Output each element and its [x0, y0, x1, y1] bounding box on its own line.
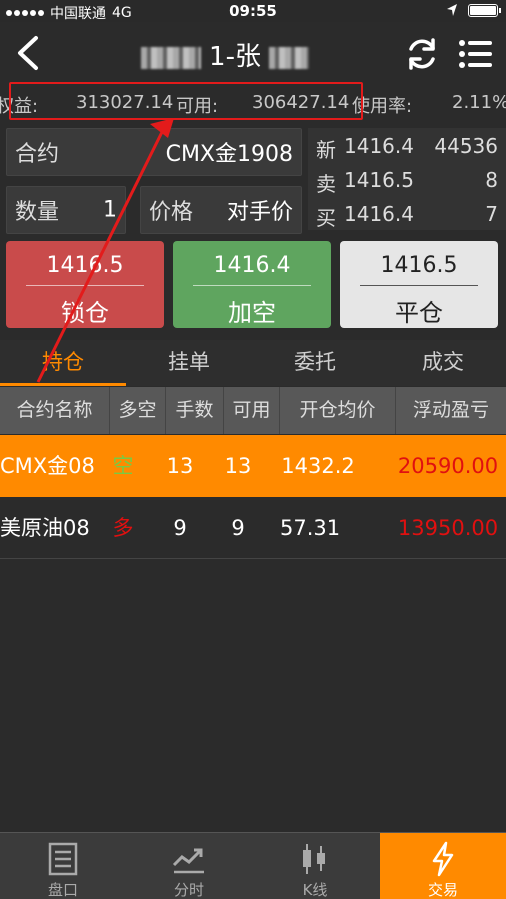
contract-selector[interactable]: 合约 CMX金1908	[6, 128, 302, 176]
bottom-tab-bar: 盘口 分时 K线 交易	[0, 832, 506, 899]
bottom-tab-kline[interactable]: K线	[252, 833, 378, 899]
lightning-icon	[432, 841, 454, 877]
bottom-tab-timeshare[interactable]: 分时	[126, 833, 252, 899]
quote-row-ask: 卖 1416.5 8	[316, 166, 498, 196]
row-available: 13	[224, 454, 252, 478]
quote-price: 1416.5	[344, 168, 414, 192]
quote-volume: 7	[485, 202, 498, 226]
col-pnl: 浮动盈亏	[412, 399, 489, 421]
row-pnl: 13950.00	[397, 516, 499, 540]
location-icon	[447, 4, 457, 16]
quote-label: 卖	[316, 172, 336, 196]
tab-trades[interactable]: 成交	[380, 340, 506, 386]
tab-pending-orders[interactable]: 挂单	[126, 340, 252, 386]
bottom-tab-trade[interactable]: 交易	[380, 833, 506, 899]
row-avg-price: 1432.2	[281, 454, 355, 478]
refresh-icon[interactable]	[404, 36, 440, 72]
menu-list-icon[interactable]	[458, 36, 494, 72]
lock-position-button[interactable]: 1416.5 锁仓	[6, 241, 164, 328]
button-divider	[360, 285, 478, 286]
row-available: 9	[231, 516, 245, 540]
price-field[interactable]: 价格 对手价	[140, 186, 302, 234]
status-bar: 中国联通 4G 09:55	[0, 0, 506, 22]
quote-row-bid: 买 1416.4 7	[316, 200, 498, 230]
tab-positions[interactable]: 持仓	[0, 340, 126, 386]
col-side: 多空	[110, 387, 166, 434]
positions-table-header: 合约名称 多空 手数 可用 开仓均价 浮动盈亏	[0, 387, 506, 434]
col-contract: 合约名称	[0, 387, 110, 434]
row-lots: 13	[166, 454, 194, 478]
tab-orders[interactable]: 委托	[252, 340, 378, 386]
orderbook-icon	[48, 842, 78, 876]
price-value: 对手价	[226, 200, 293, 225]
row-avg-price: 57.31	[280, 516, 341, 540]
quote-row-last: 新 1416.4 44536	[316, 132, 498, 162]
bottom-tab-label: 盘口	[47, 881, 78, 899]
annotation-highlight-box	[9, 82, 363, 120]
bottom-tab-label: K线	[302, 881, 328, 899]
quantity-label: 数量	[15, 200, 60, 225]
battery-icon	[468, 3, 501, 17]
button-divider	[26, 285, 144, 286]
candlestick-icon	[303, 844, 325, 874]
col-avg-price: 开仓均价	[280, 387, 396, 434]
lock-price: 1416.5	[46, 253, 124, 278]
quote-price: 1416.4	[344, 134, 414, 158]
quantity-field[interactable]: 数量 1	[6, 186, 126, 234]
nav-bar: 1-张	[0, 22, 506, 84]
contract-value: CMX金1908	[165, 142, 293, 167]
contract-label: 合约	[15, 142, 60, 167]
row-pnl: 20590.00	[397, 454, 499, 478]
clock: 09:55	[229, 2, 277, 20]
col-lots: 手数	[166, 387, 224, 434]
account-title: 1-张	[120, 36, 330, 73]
back-arrow-icon[interactable]	[12, 34, 46, 72]
quantity-value: 1	[103, 197, 117, 223]
close-label: 平仓	[395, 299, 443, 327]
quote-volume: 8	[485, 168, 498, 192]
row-contract: CMX金08	[0, 454, 95, 478]
quote-label: 买	[316, 206, 336, 230]
bottom-tab-label: 交易	[427, 881, 458, 899]
table-row[interactable]: 美原油08 多 9 9 57.31 13950.00	[0, 497, 506, 559]
row-side-short: 空	[112, 454, 134, 478]
redacted-block	[140, 46, 201, 69]
account-title-text: 1-张	[209, 42, 261, 72]
bottom-tab-label: 分时	[173, 881, 204, 899]
add-short-button[interactable]: 1416.4 加空	[173, 241, 331, 328]
bottom-tab-orderbook[interactable]: 盘口	[0, 833, 126, 899]
quote-price: 1416.4	[344, 202, 414, 226]
row-side-long: 多	[112, 516, 134, 540]
button-divider	[193, 285, 311, 286]
redacted-block	[269, 46, 310, 69]
usage-value: 2.11%	[452, 92, 506, 113]
table-row[interactable]: CMX金08 空 13 13 1432.2 20590.00	[0, 435, 506, 497]
timeshare-chart-icon	[172, 848, 204, 874]
quote-label: 新	[316, 138, 336, 162]
quote-book: 新 1416.4 44536 卖 1416.5 8 买 1416.4 7	[308, 128, 506, 230]
status-right	[446, 3, 501, 17]
row-contract: 美原油08	[0, 516, 90, 540]
row-lots: 9	[173, 516, 187, 540]
close-position-button[interactable]: 1416.5 平仓	[340, 241, 498, 328]
price-label: 价格	[149, 200, 194, 225]
quote-volume: 44536	[434, 134, 498, 158]
col-available: 可用	[224, 387, 280, 434]
tab-bar: 持仓 挂单 委托 成交	[0, 340, 506, 386]
close-price: 1416.5	[380, 253, 458, 278]
lock-label: 锁仓	[61, 299, 109, 327]
short-price: 1416.4	[213, 253, 291, 278]
short-label: 加空	[228, 299, 276, 327]
